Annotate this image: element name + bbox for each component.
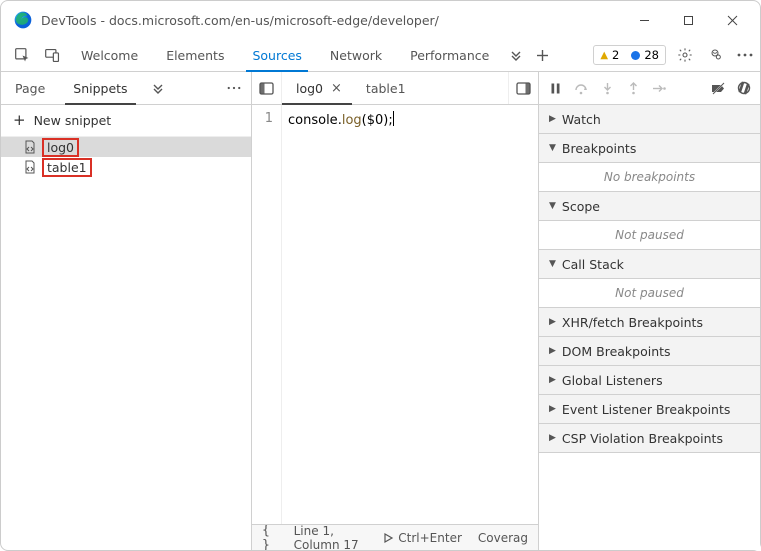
maximize-button[interactable] [666,5,710,35]
window-title: DevTools - docs.microsoft.com/en-us/micr… [41,13,622,28]
snippet-name: log0 [42,138,79,157]
chevron-right-icon: ▶ [549,433,556,443]
step-into-icon[interactable] [595,76,619,100]
section-dom[interactable]: ▶DOM Breakpoints [539,337,760,366]
code-editor[interactable]: 1 console.log($0); [252,105,538,524]
scope-body: Not paused [539,221,760,250]
chevron-right-icon: ▶ [549,114,556,124]
editor-tab-label: log0 [296,81,323,96]
chevron-right-icon: ▶ [549,317,556,327]
snippet-item-table1[interactable]: table1 [1,157,251,177]
editor-tab-table1[interactable]: table1 [352,72,416,104]
navigator-tabs: Page Snippets [1,72,251,105]
line-gutter: 1 [252,105,282,524]
new-tab-icon[interactable] [529,39,555,71]
inspect-element-icon[interactable] [7,39,37,71]
new-snippet-label: New snippet [34,113,112,128]
editor-panel: log0 × table1 1 console.log($0); { } Lin… [252,72,538,550]
content-area: Page Snippets + New snippet log0 table1 [1,72,760,550]
chevron-right-icon: ▶ [549,375,556,385]
section-watch[interactable]: ▶Watch [539,105,760,134]
section-csp[interactable]: ▶CSP Violation Breakpoints [539,424,760,453]
play-icon [382,532,394,544]
chevron-down-icon: ▼ [549,201,556,211]
feedback-icon[interactable] [700,39,730,71]
section-event[interactable]: ▶Event Listener Breakpoints [539,395,760,424]
step-out-icon[interactable] [621,76,645,100]
info-count: 28 [644,48,659,62]
close-tab-icon[interactable]: × [331,81,342,96]
pause-on-exceptions-icon[interactable] [732,76,756,100]
tabs-overflow-icon[interactable] [503,39,529,71]
tab-network[interactable]: Network [316,39,396,71]
tab-elements[interactable]: Elements [152,39,238,71]
chevron-right-icon: ▶ [549,404,556,414]
navtab-page[interactable]: Page [1,72,59,104]
snippet-file-icon [23,160,37,174]
debugger-toolbar [539,72,760,105]
info-icon [631,51,640,60]
snippet-item-log0[interactable]: log0 [1,137,251,157]
close-button[interactable] [710,5,754,35]
snippet-name: table1 [42,158,92,177]
step-over-icon[interactable] [569,76,593,100]
more-icon[interactable] [730,39,760,71]
editor-tab-log0[interactable]: log0 × [282,72,352,104]
tab-sources[interactable]: Sources [238,39,315,71]
tab-welcome[interactable]: Welcome [67,39,152,71]
cursor-position: Line 1, Column 17 [294,524,367,550]
warning-count: 2 [612,48,619,62]
pretty-print-icon[interactable]: { } [262,524,278,550]
run-snippet-button[interactable]: Ctrl+Enter [382,531,462,545]
minimize-button[interactable] [622,5,666,35]
settings-icon[interactable] [670,39,700,71]
main-tabstrip: Welcome Elements Sources Network Perform… [1,39,760,72]
plus-icon: + [13,113,26,128]
step-icon[interactable] [647,76,671,100]
editor-statusbar: { } Line 1, Column 17 Ctrl+Enter Coverag [252,524,538,550]
section-scope[interactable]: ▼Scope [539,192,760,221]
snippet-list: log0 table1 [1,137,251,550]
navtab-overflow-icon[interactable] [142,72,174,104]
chevron-down-icon: ▼ [549,259,556,269]
breakpoints-body: No breakpoints [539,163,760,192]
editor-tab-label: table1 [366,81,406,96]
text-cursor [393,111,394,126]
section-breakpoints[interactable]: ▼Breakpoints [539,134,760,163]
tab-performance[interactable]: Performance [396,39,503,71]
device-toggle-icon[interactable] [37,39,67,71]
deactivate-breakpoints-icon[interactable] [706,76,730,100]
chevron-right-icon: ▶ [549,346,556,356]
editor-tabs: log0 × table1 [252,72,538,105]
code-text[interactable]: console.log($0); [282,105,538,524]
titlebar: DevTools - docs.microsoft.com/en-us/micr… [1,1,760,39]
pause-icon[interactable] [543,76,567,100]
chevron-down-icon: ▼ [549,143,556,153]
show-debugger-icon[interactable] [508,72,538,104]
debugger-panel: ▶Watch ▼Breakpoints No breakpoints ▼Scop… [538,72,760,550]
navigator-panel: Page Snippets + New snippet log0 table1 [1,72,252,550]
navtab-snippets[interactable]: Snippets [59,72,141,104]
section-global[interactable]: ▶Global Listeners [539,366,760,395]
new-snippet-button[interactable]: + New snippet [1,105,251,137]
section-xhr[interactable]: ▶XHR/fetch Breakpoints [539,308,760,337]
section-callstack[interactable]: ▼Call Stack [539,250,760,279]
show-navigator-icon[interactable] [252,72,282,104]
callstack-body: Not paused [539,279,760,308]
coverage-button[interactable]: Coverag [478,531,528,545]
navigator-more-icon[interactable] [217,72,251,104]
warning-icon: ▲ [600,50,608,61]
issues-badge[interactable]: ▲ 2 28 [593,45,666,65]
edge-logo-icon [13,10,33,30]
devtools-window: DevTools - docs.microsoft.com/en-us/micr… [0,0,761,551]
snippet-file-icon [23,140,37,154]
